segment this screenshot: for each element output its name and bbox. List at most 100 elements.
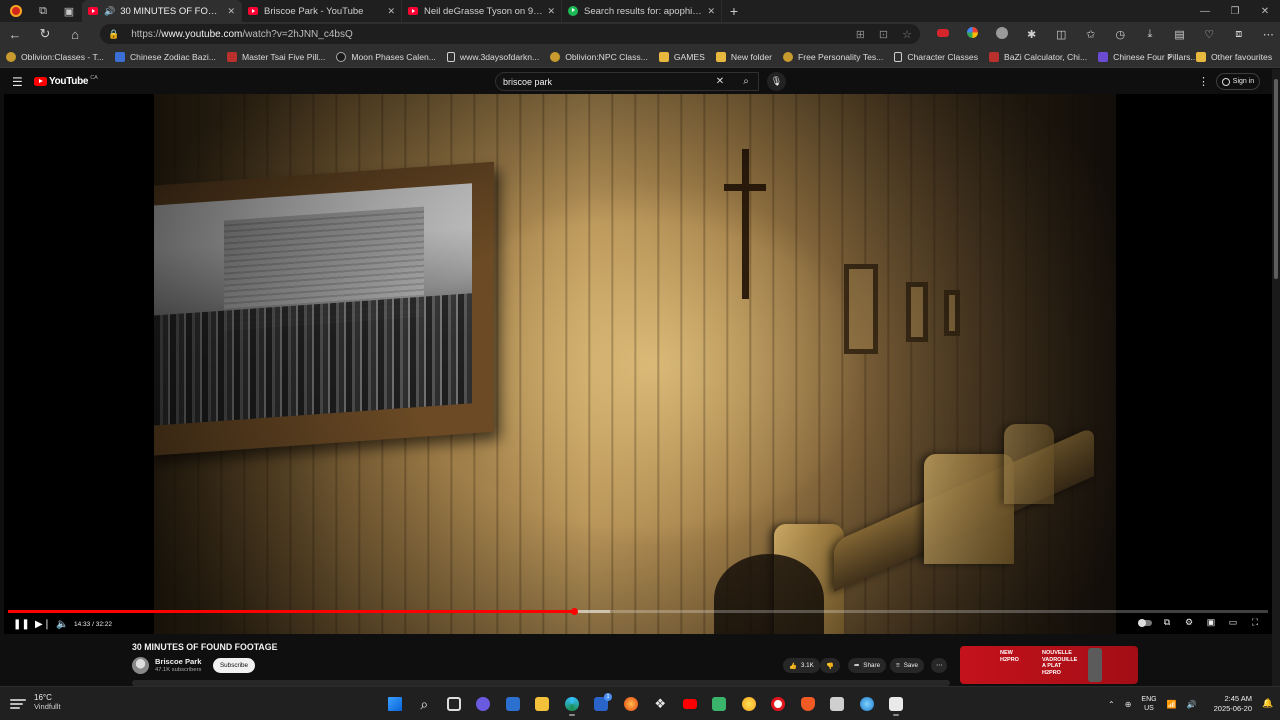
video-player[interactable]: ❚❚ ▶❘ 🔈 14:33 / 32:22 ⧉ ⚙ ▣ ▭ ⛶ xyxy=(4,94,1272,634)
dropbox-app[interactable]: ❖ xyxy=(646,692,676,716)
bookmark-item[interactable]: Oblivion:NPC Class... xyxy=(550,51,648,62)
youtube-logo[interactable]: YouTube CA xyxy=(34,75,98,87)
bookmark-item[interactable]: Character Classes xyxy=(894,51,978,62)
settings-more-icon[interactable]: ⋯ xyxy=(1254,28,1280,41)
store-app[interactable]: 1 xyxy=(587,692,617,716)
read-aloud-icon[interactable]: ⊡ xyxy=(879,28,888,41)
share-button[interactable]: ➦ Share xyxy=(848,658,887,673)
tab-neil-degrasse-tyson[interactable]: Neil deGrasse Tyson on 99942 A ✕ xyxy=(402,0,562,22)
clock[interactable]: 2:45 AM 2025-06-20 xyxy=(1206,694,1252,714)
image-viewer-app[interactable] xyxy=(823,692,853,716)
task-view-button[interactable] xyxy=(439,692,469,716)
close-icon[interactable]: ✕ xyxy=(227,6,235,17)
miniplayer-icon[interactable]: ▣ xyxy=(1200,617,1222,628)
scrubber-handle[interactable] xyxy=(570,608,578,615)
bookmark-item[interactable]: Moon Phases Calen... xyxy=(336,51,436,62)
edge-app[interactable] xyxy=(557,692,587,716)
advertisement-banner[interactable]: NEW H2PRO NOUVELLE VADROUILLE A PLAT H2P… xyxy=(960,646,1138,684)
address-bar[interactable]: 🔒 https://www.youtube.com/watch?v=2hJNN_… xyxy=(100,24,920,44)
snipping-tool-app[interactable] xyxy=(882,692,912,716)
chevron-up-icon[interactable]: ⌃ xyxy=(1108,700,1115,709)
opera-app[interactable] xyxy=(764,692,794,716)
more-options-icon[interactable]: ⋮ xyxy=(1198,75,1209,88)
bookmark-item[interactable]: BaZi Calculator, Chi... xyxy=(989,51,1087,62)
clear-search-icon[interactable]: ✕ xyxy=(712,72,728,91)
close-icon[interactable]: ✕ xyxy=(547,6,555,17)
microphone-icon[interactable]: 🎙 xyxy=(767,72,786,91)
location-icon[interactable]: ⊕ xyxy=(1125,700,1132,709)
chat-app[interactable] xyxy=(469,692,499,716)
workspaces-icon[interactable]: ⧉ xyxy=(30,0,56,22)
home-button[interactable]: ⌂ xyxy=(60,22,90,46)
extension-red-icon[interactable] xyxy=(928,28,958,40)
pause-icon[interactable]: ❚❚ xyxy=(13,617,30,631)
tab-briscoe-park[interactable]: Briscoe Park - YouTube ✕ xyxy=(242,0,402,22)
browser-profile-icon[interactable] xyxy=(6,1,26,21)
app-available-icon[interactable]: ⊞ xyxy=(856,28,865,41)
like-button[interactable]: 👍 3.1K xyxy=(783,658,820,673)
language-indicator[interactable]: ENG US xyxy=(1141,695,1156,713)
notification-bell-icon[interactable]: 🔔 xyxy=(1262,698,1273,709)
file-explorer-app[interactable] xyxy=(528,692,558,716)
lock-icon[interactable]: 🔒 xyxy=(108,29,119,40)
minimize-icon[interactable]: — xyxy=(1190,6,1220,17)
close-icon[interactable]: ✕ xyxy=(707,6,715,17)
subscribe-button[interactable]: Subscribe xyxy=(213,658,255,673)
youtube-app[interactable] xyxy=(675,692,705,716)
fullscreen-icon[interactable]: ⛶ xyxy=(1244,617,1266,628)
bookmark-item[interactable]: Master Tsai Five Pill... xyxy=(226,51,325,62)
channel-avatar[interactable] xyxy=(132,657,149,674)
chevron-right-icon[interactable]: › xyxy=(1168,46,1172,68)
bookmark-item[interactable]: Oblivion:Classes - T... xyxy=(6,51,104,62)
performance-icon[interactable]: ♡ xyxy=(1194,28,1224,41)
refresh-button[interactable]: ↻ xyxy=(30,22,60,46)
next-icon[interactable]: ▶❘ xyxy=(35,617,51,631)
sign-in-button[interactable]: Sign in xyxy=(1216,73,1260,90)
bookmark-item[interactable]: www.3daysofdarkn... xyxy=(446,51,539,62)
save-button[interactable]: ≡ Save xyxy=(890,658,925,673)
earth-app[interactable] xyxy=(852,692,882,716)
extension-multicolor-icon[interactable] xyxy=(958,27,988,41)
page-scrollbar[interactable] xyxy=(1272,69,1280,686)
notes-app[interactable] xyxy=(705,692,735,716)
split-screen-icon[interactable]: ◫ xyxy=(1046,28,1076,41)
progress-bar[interactable] xyxy=(8,608,1268,615)
browser-essentials-icon[interactable]: ⧈ xyxy=(1224,28,1254,41)
volume-icon[interactable]: 🔈 xyxy=(56,617,68,631)
close-icon[interactable]: ✕ xyxy=(387,6,395,17)
back-button[interactable]: ← xyxy=(0,22,30,46)
bookmark-item[interactable]: Chinese Zodiac Bazi... xyxy=(114,51,216,62)
volume-tray-icon[interactable]: 🔊 xyxy=(1187,700,1197,709)
tab-found-footage[interactable]: 🔊 30 MINUTES OF FOUND FO ✕ xyxy=(82,0,242,22)
channel-name[interactable]: Briscoe Park xyxy=(155,657,201,666)
hamburger-menu-icon[interactable]: ☰ xyxy=(12,75,23,89)
dislike-button[interactable]: 👎 xyxy=(820,658,840,673)
bookmark-item[interactable]: GAMES xyxy=(658,51,705,62)
speaker-icon[interactable]: 🔊 xyxy=(104,6,115,17)
wifi-icon[interactable]: 📶 xyxy=(1167,700,1177,709)
media-player-app[interactable] xyxy=(498,692,528,716)
settings-gear-icon[interactable]: ⚙ xyxy=(1178,617,1200,628)
brave-app[interactable] xyxy=(793,692,823,716)
weather-widget[interactable]: 16°C Vindfullt xyxy=(10,693,61,711)
favorite-star-icon[interactable]: ☆ xyxy=(902,28,912,41)
search-icon[interactable]: ⌕ xyxy=(733,72,759,91)
bookmark-item[interactable]: Chinese Four Pillars... xyxy=(1098,51,1198,62)
subtitles-icon[interactable]: ⧉ xyxy=(1156,617,1178,628)
tab-actions-icon[interactable]: ▣ xyxy=(56,0,82,22)
history-icon[interactable]: ◷ xyxy=(1106,28,1136,41)
favorites-icon[interactable]: ✩ xyxy=(1076,28,1106,41)
chrome-canary-app[interactable] xyxy=(734,692,764,716)
more-actions-button[interactable]: ⋯ xyxy=(931,658,948,673)
other-favourites[interactable]: Other favourites xyxy=(1196,46,1272,68)
firefox-app[interactable] xyxy=(616,692,646,716)
start-button[interactable] xyxy=(380,692,410,716)
bookmark-item[interactable]: Free Personality Tes... xyxy=(782,51,883,62)
new-tab-button[interactable]: + xyxy=(722,0,746,22)
close-window-icon[interactable]: ✕ xyxy=(1250,6,1280,17)
extension-grey-icon[interactable] xyxy=(987,26,1017,42)
scrollbar-thumb[interactable] xyxy=(1274,79,1278,279)
autoplay-toggle[interactable] xyxy=(1134,617,1156,628)
theater-mode-icon[interactable]: ▭ xyxy=(1222,617,1244,628)
restore-icon[interactable]: ❐ xyxy=(1220,6,1250,17)
